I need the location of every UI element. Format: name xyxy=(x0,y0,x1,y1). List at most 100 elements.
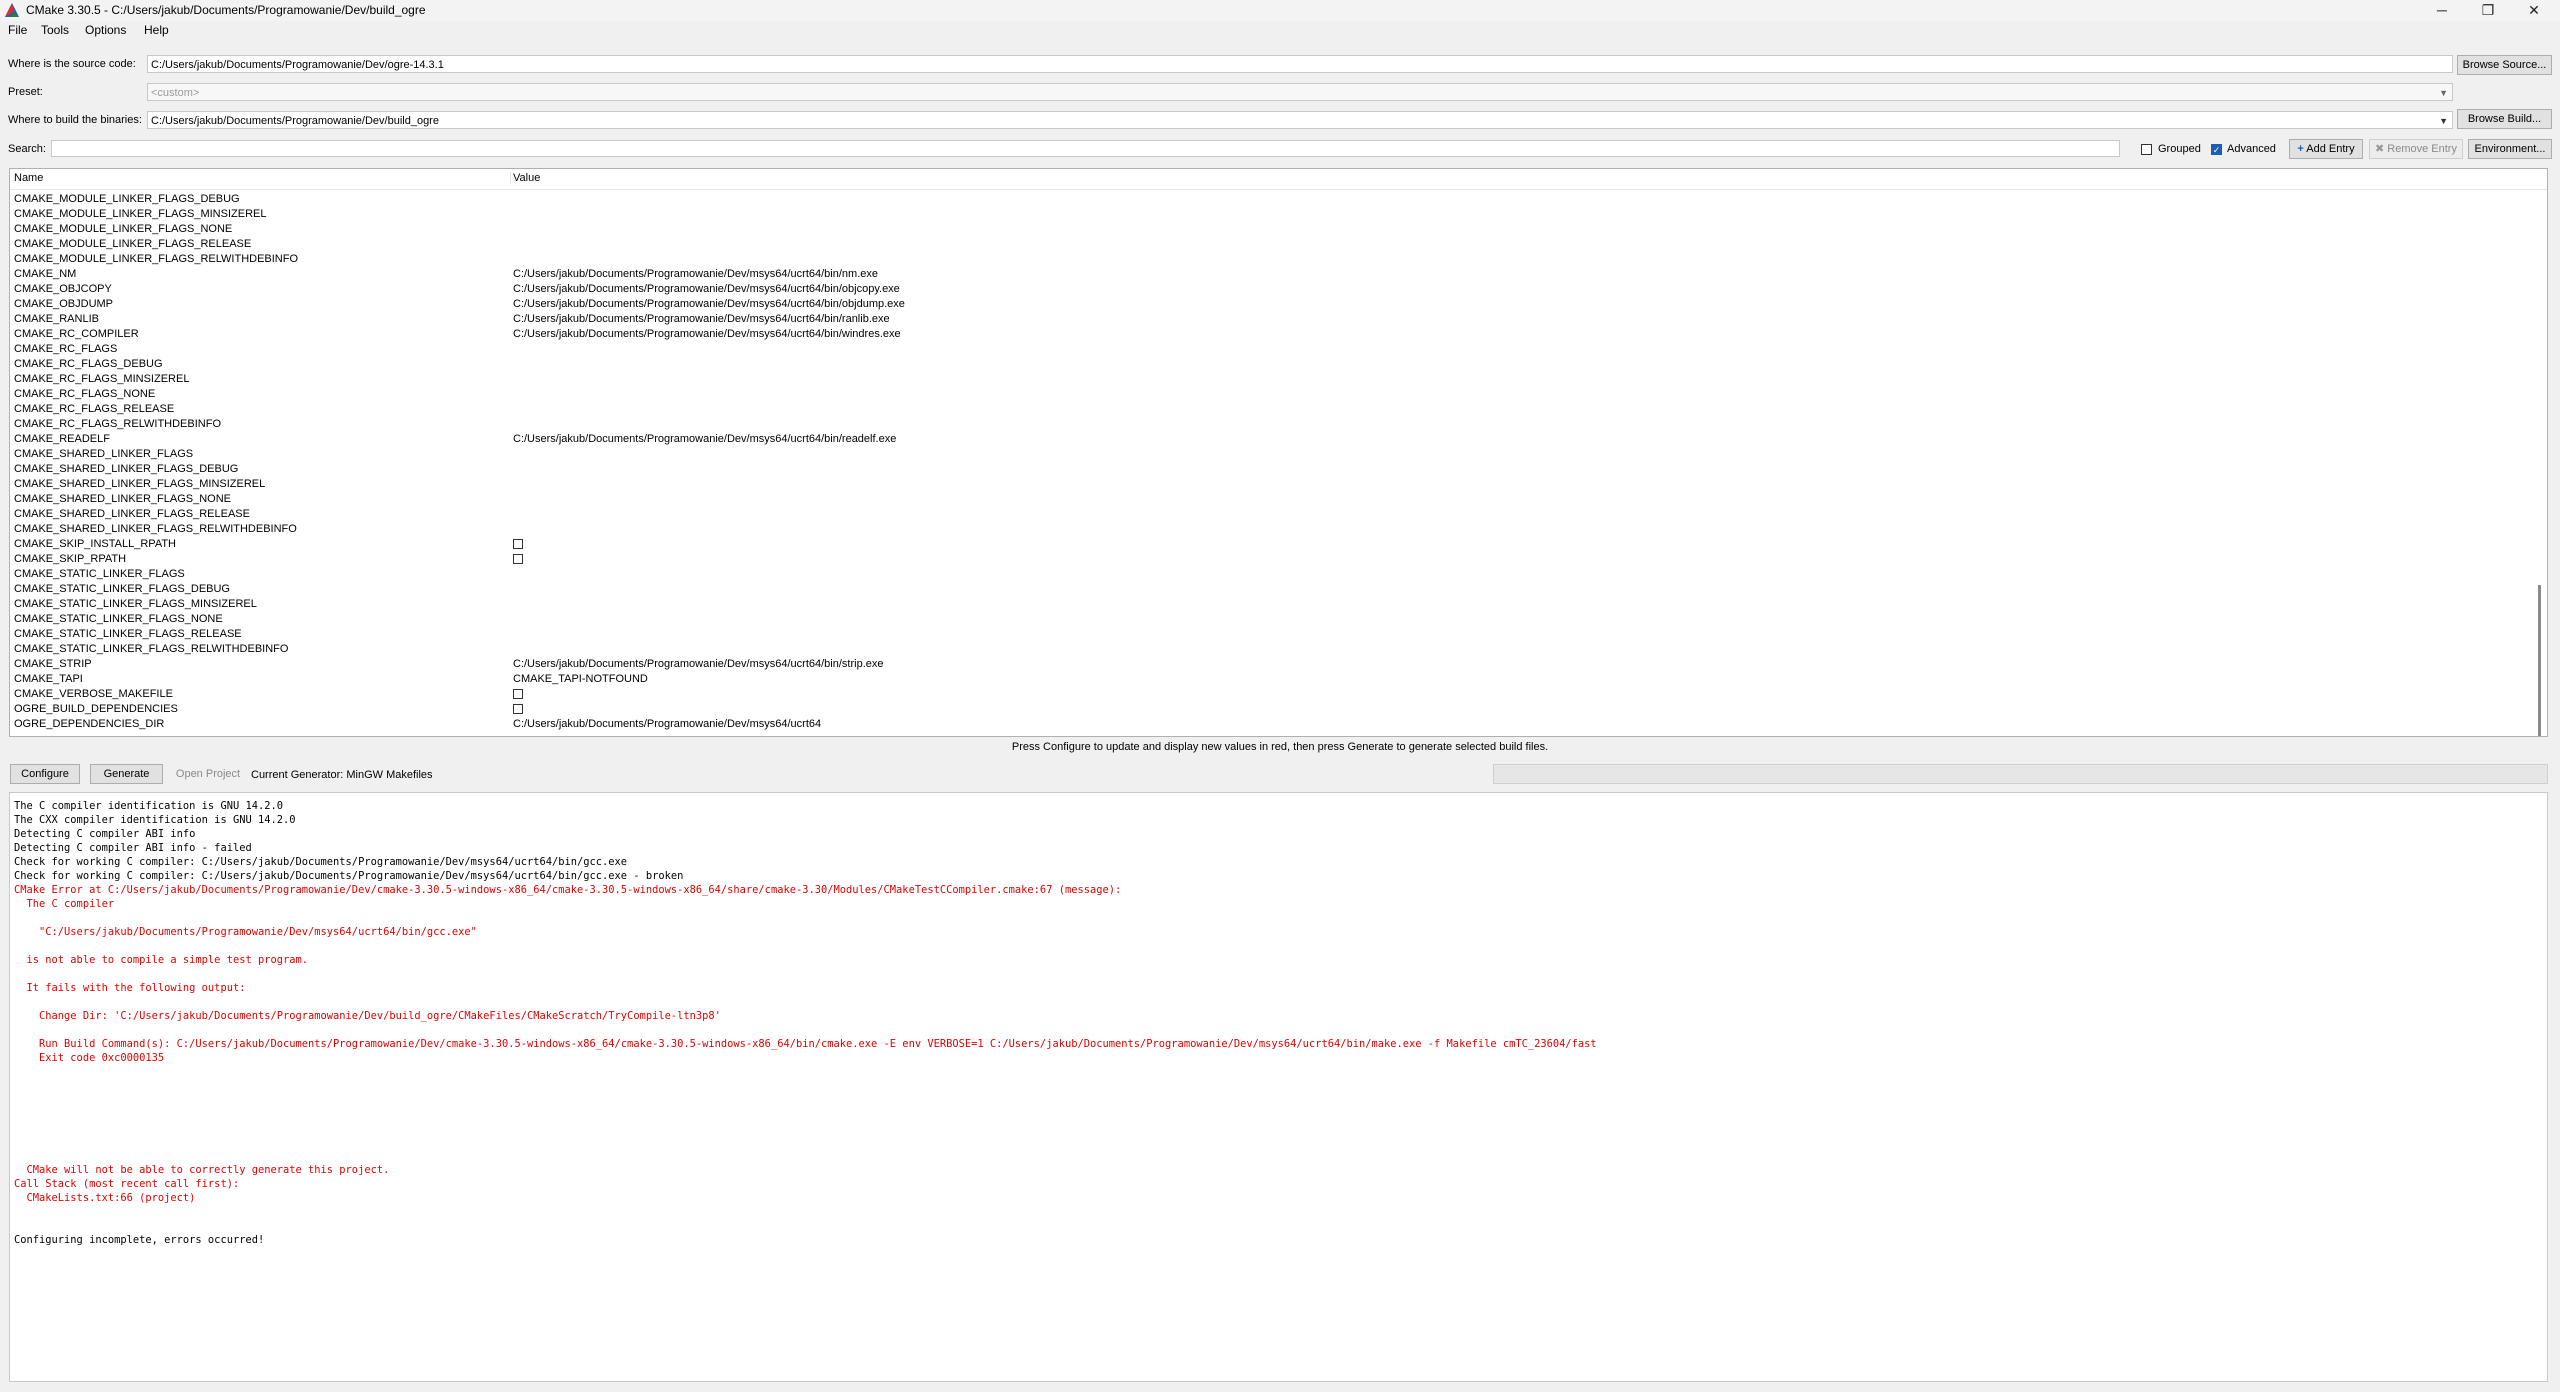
error-log-line xyxy=(14,967,2543,981)
grouped-checkbox[interactable] xyxy=(2141,142,2152,156)
menu-help[interactable]: Help xyxy=(144,23,169,37)
variable-name: CMAKE_STATIC_LINKER_FLAGS xyxy=(14,568,185,580)
variable-value[interactable]: C:/Users/jakub/Documents/Programowanie/D… xyxy=(513,282,900,297)
table-row[interactable]: CMAKE_STRIP C:/Users/jakub/Documents/Prog… xyxy=(10,657,2530,672)
variable-value[interactable]: CMAKE_TAPI-NOTFOUND xyxy=(513,672,648,687)
open-project-button[interactable]: Open Project xyxy=(170,764,246,784)
error-log-line: Call Stack (most recent call first): xyxy=(14,1178,240,1190)
cache-variables-table[interactable]: Name Value CMAKE_MODULE_LINKER_FLAGS_DEB… xyxy=(9,168,2548,737)
table-row[interactable]: CMAKE_OBJDUMP C:/Users/jakub/Documents/Pr… xyxy=(10,297,2530,312)
table-row[interactable]: CMAKE_RANLIB C:/Users/jakub/Documents/Pro… xyxy=(10,312,2530,327)
checkbox-box[interactable] xyxy=(513,704,523,714)
table-row[interactable]: CMAKE_MODULE_LINKER_FLAGS_RELWITHDEBINFO xyxy=(10,252,2530,267)
checkbox-box[interactable] xyxy=(513,689,523,699)
log-line: The CXX compiler identification is GNU 1… xyxy=(14,814,296,826)
table-row[interactable]: CMAKE_RC_FLAGS xyxy=(10,342,2530,357)
variable-value[interactable]: C:/Users/jakub/Documents/Programowanie/D… xyxy=(513,267,878,282)
table-row[interactable]: CMAKE_NM C:/Users/jakub/Documents/Program… xyxy=(10,267,2530,282)
browse-build-button[interactable]: Browse Build... xyxy=(2457,109,2552,129)
error-log-line xyxy=(14,1065,2543,1079)
table-row[interactable]: CMAKE_RC_COMPILER C:/Users/jakub/Document… xyxy=(10,327,2530,342)
menu-options[interactable]: Options xyxy=(85,23,126,37)
table-row[interactable]: CMAKE_SHARED_LINKER_FLAGS_NONE xyxy=(10,492,2530,507)
add-entry-button[interactable]: + Add Entry xyxy=(2289,139,2363,159)
table-row[interactable]: CMAKE_SHARED_LINKER_FLAGS_DEBUG xyxy=(10,462,2530,477)
configure-button[interactable]: Configure xyxy=(10,764,80,784)
checkbox-box[interactable] xyxy=(513,539,523,549)
build-path-input[interactable]: C:/Users/jakub/Documents/Programowanie/D… xyxy=(147,111,2453,129)
variable-value[interactable]: C:/Users/jakub/Documents/Programowanie/D… xyxy=(513,432,896,447)
vertical-scrollbar[interactable] xyxy=(2535,191,2545,736)
grouped-checkbox-box[interactable] xyxy=(2141,144,2152,156)
table-row[interactable]: OGRE_BUILD_DEPENDENCIES xyxy=(10,702,2530,717)
table-row[interactable]: CMAKE_STATIC_LINKER_FLAGS_NONE xyxy=(10,612,2530,627)
table-row[interactable]: CMAKE_VERBOSE_MAKEFILE xyxy=(10,687,2530,702)
table-header: Name Value xyxy=(10,169,2547,190)
variable-value[interactable]: C:/Users/jakub/Documents/Programowanie/D… xyxy=(513,297,905,312)
table-row[interactable]: CMAKE_STATIC_LINKER_FLAGS xyxy=(10,567,2530,582)
variable-value[interactable]: C:/Users/jakub/Documents/Programowanie/D… xyxy=(513,312,890,327)
variable-name: CMAKE_STATIC_LINKER_FLAGS_NONE xyxy=(14,613,223,625)
remove-entry-button[interactable]: ✖ Remove Entry xyxy=(2369,139,2463,159)
menu-file[interactable]: File xyxy=(8,23,27,37)
table-row[interactable]: OGRE_DEPENDENCIES_DIR C:/Users/jakub/Docu… xyxy=(10,717,2530,732)
remove-icon: ✖ xyxy=(2375,143,2385,155)
table-row[interactable]: CMAKE_STATIC_LINKER_FLAGS_RELEASE xyxy=(10,627,2530,642)
variable-name: CMAKE_SHARED_LINKER_FLAGS xyxy=(14,448,194,460)
search-input[interactable] xyxy=(51,140,2120,157)
cmake-logo-icon xyxy=(5,3,19,17)
error-log-line xyxy=(14,939,2543,953)
table-row[interactable]: CMAKE_TAPI CMAKE_TAPI-NOTFOUND xyxy=(10,672,2530,687)
variable-name: OGRE_BUILD_DEPENDENCIES xyxy=(14,703,178,715)
error-log-line xyxy=(14,1093,2543,1107)
table-row[interactable]: CMAKE_MODULE_LINKER_FLAGS_DEBUG xyxy=(10,192,2530,207)
table-row[interactable]: CMAKE_RC_FLAGS_DEBUG xyxy=(10,357,2530,372)
preset-select[interactable]: <custom> ▼ xyxy=(147,83,2453,101)
table-row[interactable]: CMAKE_SHARED_LINKER_FLAGS xyxy=(10,447,2530,462)
checkbox-box[interactable] xyxy=(513,554,523,564)
environment-button[interactable]: Environment... xyxy=(2468,139,2552,159)
column-header-name[interactable]: Name xyxy=(14,172,43,184)
menu-tools[interactable]: Tools xyxy=(41,23,69,37)
variable-name: CMAKE_STATIC_LINKER_FLAGS_MINSIZEREL xyxy=(14,598,257,610)
table-body: CMAKE_MODULE_LINKER_FLAGS_DEBUG CMAKE_MOD… xyxy=(10,192,2530,732)
table-row[interactable]: CMAKE_STATIC_LINKER_FLAGS_RELWITHDEBINFO xyxy=(10,642,2530,657)
column-header-value[interactable]: Value xyxy=(510,172,540,184)
table-row[interactable]: CMAKE_STATIC_LINKER_FLAGS_MINSIZEREL xyxy=(10,597,2530,612)
table-row[interactable]: CMAKE_OBJCOPY C:/Users/jakub/Documents/Pr… xyxy=(10,282,2530,297)
table-row[interactable]: CMAKE_MODULE_LINKER_FLAGS_MINSIZEREL xyxy=(10,207,2530,222)
table-row[interactable]: CMAKE_STATIC_LINKER_FLAGS_DEBUG xyxy=(10,582,2530,597)
checkmark-icon[interactable]: ✓ xyxy=(2211,144,2222,156)
variable-value[interactable]: C:/Users/jakub/Documents/Programowanie/D… xyxy=(513,657,883,672)
table-row[interactable]: CMAKE_SKIP_INSTALL_RPATH xyxy=(10,537,2530,552)
output-log[interactable]: The C compiler identification is GNU 14.… xyxy=(9,792,2548,1382)
variable-value[interactable]: C:/Users/jakub/Documents/Programowanie/D… xyxy=(513,717,821,732)
chevron-down-icon: ▼ xyxy=(2439,116,2448,126)
table-row[interactable]: CMAKE_RC_FLAGS_NONE xyxy=(10,387,2530,402)
variable-value[interactable]: C:/Users/jakub/Documents/Programowanie/D… xyxy=(513,327,901,342)
table-row[interactable]: CMAKE_SHARED_LINKER_FLAGS_RELWITHDEBINFO xyxy=(10,522,2530,537)
table-row[interactable]: CMAKE_RC_FLAGS_RELWITHDEBINFO xyxy=(10,417,2530,432)
table-row[interactable]: CMAKE_SKIP_RPATH xyxy=(10,552,2530,567)
browse-source-button[interactable]: Browse Source... xyxy=(2457,55,2552,75)
table-row[interactable]: CMAKE_RC_FLAGS_MINSIZEREL xyxy=(10,372,2530,387)
table-row[interactable]: CMAKE_MODULE_LINKER_FLAGS_RELEASE xyxy=(10,237,2530,252)
table-row[interactable]: CMAKE_READELF C:/Users/jakub/Documents/Pr… xyxy=(10,432,2530,447)
source-path-input[interactable]: C:/Users/jakub/Documents/Programowanie/D… xyxy=(147,55,2453,73)
table-row[interactable]: CMAKE_MODULE_LINKER_FLAGS_NONE xyxy=(10,222,2530,237)
advanced-checkbox[interactable]: ✓ xyxy=(2211,142,2222,156)
close-button[interactable]: ✕ xyxy=(2511,0,2557,21)
minimize-button[interactable]: ─ xyxy=(2419,0,2465,21)
generate-button[interactable]: Generate xyxy=(90,764,163,784)
scrollbar-thumb[interactable] xyxy=(2538,585,2541,736)
table-row[interactable]: CMAKE_RC_FLAGS_RELEASE xyxy=(10,402,2530,417)
variable-name: OGRE_DEPENDENCIES_DIR xyxy=(14,718,165,730)
table-row[interactable]: CMAKE_SHARED_LINKER_FLAGS_RELEASE xyxy=(10,507,2530,522)
error-log-line: CMake will not be able to correctly gene… xyxy=(14,1164,390,1176)
maximize-button[interactable]: ❐ xyxy=(2465,0,2511,21)
error-log-line xyxy=(14,995,2543,1009)
error-log-line xyxy=(14,1023,2543,1037)
table-row[interactable]: CMAKE_SHARED_LINKER_FLAGS_MINSIZEREL xyxy=(10,477,2530,492)
